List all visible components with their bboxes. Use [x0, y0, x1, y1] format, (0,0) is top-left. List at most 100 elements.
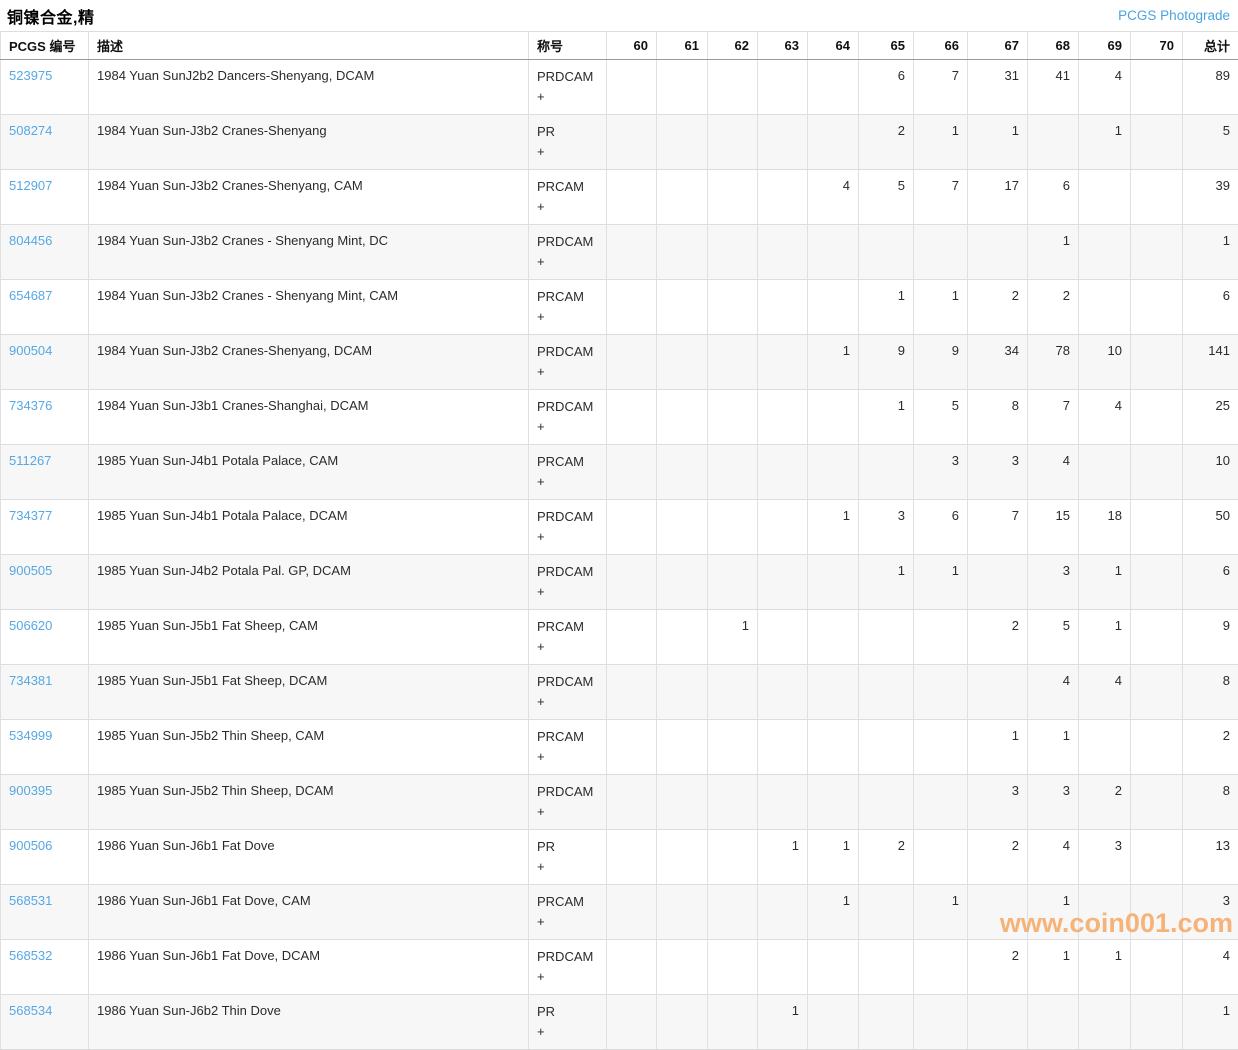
designation-plus: +	[537, 87, 598, 107]
grade-68-count: 4	[1028, 830, 1079, 885]
grade-68-count: 7	[1028, 390, 1079, 445]
pcgs-number-link[interactable]: 900504	[9, 343, 52, 358]
grade-65-count: 5	[859, 170, 914, 225]
pcgs-number-link[interactable]: 734377	[9, 508, 52, 523]
column-header-69: 69	[1079, 32, 1131, 60]
grade-70-count	[1131, 170, 1183, 225]
designation-label: PRCAM	[537, 727, 598, 747]
grade-63-count	[758, 115, 808, 170]
total-count: 6	[1183, 280, 1238, 335]
grade-68-count: 3	[1028, 555, 1079, 610]
table-row: 5129071984 Yuan Sun-J3b2 Cranes-Shenyang…	[1, 170, 1238, 225]
coin-description: 1984 Yuan Sun-J3b2 Cranes-Shenyang	[89, 115, 529, 170]
pcgs-photograde-link[interactable]: PCGS Photograde	[1118, 8, 1230, 23]
grade-60-count	[607, 280, 657, 335]
pcgs-number-link[interactable]: 900395	[9, 783, 52, 798]
grade-67-count: 1	[968, 115, 1028, 170]
grade-69-count: 4	[1079, 390, 1131, 445]
table-row: 8044561984 Yuan Sun-J3b2 Cranes - Shenya…	[1, 225, 1238, 280]
pcgs-number-link[interactable]: 523975	[9, 68, 52, 83]
grade-60-count	[607, 720, 657, 775]
pcgs-number-link[interactable]: 506620	[9, 618, 52, 633]
grade-65-count: 9	[859, 335, 914, 390]
pcgs-number-link[interactable]: 568534	[9, 1003, 52, 1018]
grade-62-count	[708, 335, 758, 390]
pcgs-number-link[interactable]: 512907	[9, 178, 52, 193]
grade-65-count	[859, 225, 914, 280]
grade-66-count	[914, 610, 968, 665]
column-header-67: 67	[968, 32, 1028, 60]
designation-label: PR	[537, 837, 598, 857]
pcgs-number-link[interactable]: 734381	[9, 673, 52, 688]
pcgs-number-link[interactable]: 568532	[9, 948, 52, 963]
grade-62-count	[708, 60, 758, 115]
grade-68-count	[1028, 995, 1079, 1050]
grade-64-count	[808, 665, 859, 720]
grade-62-count	[708, 225, 758, 280]
column-header-total: 总计	[1183, 32, 1238, 60]
pcgs-population-page: { "page": { "title": "铜镍合金,精", "photogra…	[0, 0, 1238, 955]
grade-60-count	[607, 335, 657, 390]
column-header-63: 63	[758, 32, 808, 60]
grade-70-count	[1131, 500, 1183, 555]
designation-plus: +	[537, 912, 598, 932]
grade-68-count: 5	[1028, 610, 1079, 665]
grade-61-count	[657, 335, 708, 390]
grade-62-count	[708, 390, 758, 445]
total-count: 6	[1183, 555, 1238, 610]
grade-69-count	[1079, 885, 1131, 940]
designation-cell: PRDCAM+	[529, 665, 607, 720]
pcgs-number-link[interactable]: 534999	[9, 728, 52, 743]
grade-63-count	[758, 775, 808, 830]
grade-61-count	[657, 170, 708, 225]
grade-65-count: 1	[859, 555, 914, 610]
grade-68-count: 4	[1028, 665, 1079, 720]
pcgs-number-link[interactable]: 804456	[9, 233, 52, 248]
total-count: 10	[1183, 445, 1238, 500]
grade-62-count	[708, 720, 758, 775]
coin-description: 1986 Yuan Sun-J6b1 Fat Dove, CAM	[89, 885, 529, 940]
designation-cell: PRCAM+	[529, 720, 607, 775]
pcgs-number-link[interactable]: 508274	[9, 123, 52, 138]
grade-65-count: 3	[859, 500, 914, 555]
grade-70-count	[1131, 830, 1183, 885]
grade-67-count: 2	[968, 940, 1028, 995]
grade-62-count	[708, 665, 758, 720]
designation-cell: PRCAM+	[529, 885, 607, 940]
total-count: 3	[1183, 885, 1238, 940]
grade-65-count	[859, 445, 914, 500]
pcgs-number-link[interactable]: 734376	[9, 398, 52, 413]
grade-61-count	[657, 940, 708, 995]
grade-69-count	[1079, 170, 1131, 225]
total-count: 89	[1183, 60, 1238, 115]
table-row: 5685341986 Yuan Sun-J6b2 Thin DovePR+11	[1, 995, 1238, 1050]
grade-60-count	[607, 225, 657, 280]
pcgs-number-link[interactable]: 654687	[9, 288, 52, 303]
pcgs-number-link[interactable]: 900505	[9, 563, 52, 578]
pcgs-number-link[interactable]: 900506	[9, 838, 52, 853]
grade-60-count	[607, 390, 657, 445]
grade-61-count	[657, 390, 708, 445]
designation-cell: PRDCAM+	[529, 940, 607, 995]
pcgs-number-link[interactable]: 511267	[9, 453, 51, 468]
grade-65-count	[859, 610, 914, 665]
grade-65-count: 2	[859, 830, 914, 885]
grade-66-count: 7	[914, 60, 968, 115]
designation-plus: +	[537, 967, 598, 987]
designation-plus: +	[537, 197, 598, 217]
designation-plus: +	[537, 802, 598, 822]
grade-70-count	[1131, 60, 1183, 115]
grade-61-count	[657, 60, 708, 115]
grade-61-count	[657, 830, 708, 885]
grade-67-count: 34	[968, 335, 1028, 390]
grade-61-count	[657, 775, 708, 830]
grade-69-count: 4	[1079, 60, 1131, 115]
total-count: 5	[1183, 115, 1238, 170]
pcgs-number-link[interactable]: 568531	[9, 893, 52, 908]
grade-63-count	[758, 170, 808, 225]
total-count: 39	[1183, 170, 1238, 225]
grade-65-count	[859, 995, 914, 1050]
designation-cell: PRDCAM+	[529, 225, 607, 280]
grade-63-count	[758, 445, 808, 500]
grade-67-count	[968, 995, 1028, 1050]
